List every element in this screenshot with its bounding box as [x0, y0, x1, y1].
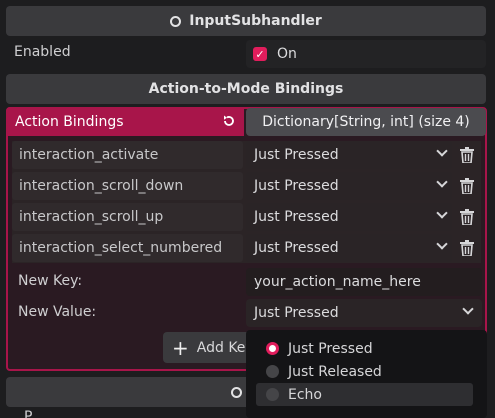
plus-icon: +: [172, 335, 189, 360]
binding-value-dropdown[interactable]: Just Pressed: [246, 141, 452, 169]
binding-key-text: interaction_select_numbered: [19, 240, 223, 256]
binding-key[interactable]: interaction_activate: [12, 141, 243, 169]
binding-key-text: interaction_activate: [19, 147, 159, 163]
trash-icon[interactable]: [459, 240, 475, 256]
binding-value-dropdown[interactable]: Just Pressed: [246, 172, 452, 200]
section-title: Action-to-Mode Bindings: [148, 81, 344, 97]
chevron-down-icon: [436, 176, 448, 188]
circle-icon: [170, 15, 182, 27]
enabled-label: Enabled: [14, 44, 71, 60]
new-key-value: your_action_name_here: [254, 274, 421, 290]
trash-icon[interactable]: [459, 209, 475, 225]
node-header: InputSubhandler: [6, 6, 486, 36]
dictionary-button[interactable]: Dictionary[String, int] (size 4): [246, 108, 486, 136]
action-bindings-label: Action Bindings: [6, 107, 244, 136]
new-value-label: New Value:: [18, 304, 97, 320]
dropdown-option-label: Echo: [288, 386, 322, 403]
binding-value-text: Just Pressed: [254, 147, 339, 163]
binding-key[interactable]: interaction_scroll_up: [12, 203, 243, 231]
partial-property-label: P: [24, 409, 33, 418]
dropdown-option[interactable]: Echo: [256, 383, 473, 406]
dropdown-option-label: Just Pressed: [288, 340, 373, 357]
chevron-down-icon: [436, 207, 448, 219]
new-key-label: New Key:: [18, 273, 83, 289]
trash-icon[interactable]: [459, 178, 475, 194]
chevron-down-icon: [436, 238, 448, 250]
radio-icon: [266, 388, 279, 401]
node-title: InputSubhandler: [189, 13, 322, 29]
section-header-bindings[interactable]: Action-to-Mode Bindings: [6, 74, 486, 104]
binding-key-text: interaction_scroll_up: [19, 209, 164, 225]
dropdown-option[interactable]: Just Pressed: [256, 337, 473, 360]
dictionary-summary: Dictionary[String, int] (size 4): [262, 114, 470, 130]
new-value-selected: Just Pressed: [254, 305, 339, 321]
enabled-value: On: [277, 46, 297, 62]
circle-icon: [230, 386, 242, 398]
new-key-input[interactable]: your_action_name_here: [246, 268, 482, 296]
binding-key[interactable]: interaction_select_numbered: [12, 234, 243, 262]
binding-key-text: interaction_scroll_down: [19, 178, 184, 194]
dropdown-option[interactable]: Just Released: [256, 360, 473, 383]
checkmark-icon: ✓: [253, 47, 267, 61]
value-dropdown-popup: Just Pressed Just Released Echo: [246, 330, 487, 418]
binding-value-text: Just Pressed: [254, 178, 339, 194]
enabled-checkbox[interactable]: ✓ On: [246, 40, 486, 68]
binding-key[interactable]: interaction_scroll_down: [12, 172, 243, 200]
chevron-down-icon: [462, 303, 474, 315]
radio-icon: [266, 365, 279, 378]
binding-value-dropdown[interactable]: Just Pressed: [246, 203, 452, 231]
action-bindings-text: Action Bindings: [15, 113, 124, 130]
radio-icon: [266, 342, 279, 355]
binding-value-dropdown[interactable]: Just Pressed: [246, 234, 452, 262]
binding-value-text: Just Pressed: [254, 209, 339, 225]
trash-icon[interactable]: [459, 147, 475, 163]
dropdown-option-label: Just Released: [288, 363, 382, 380]
new-value-dropdown[interactable]: Just Pressed: [246, 299, 482, 327]
binding-value-text: Just Pressed: [254, 240, 339, 256]
revert-icon[interactable]: [222, 114, 236, 128]
chevron-down-icon: [436, 145, 448, 157]
